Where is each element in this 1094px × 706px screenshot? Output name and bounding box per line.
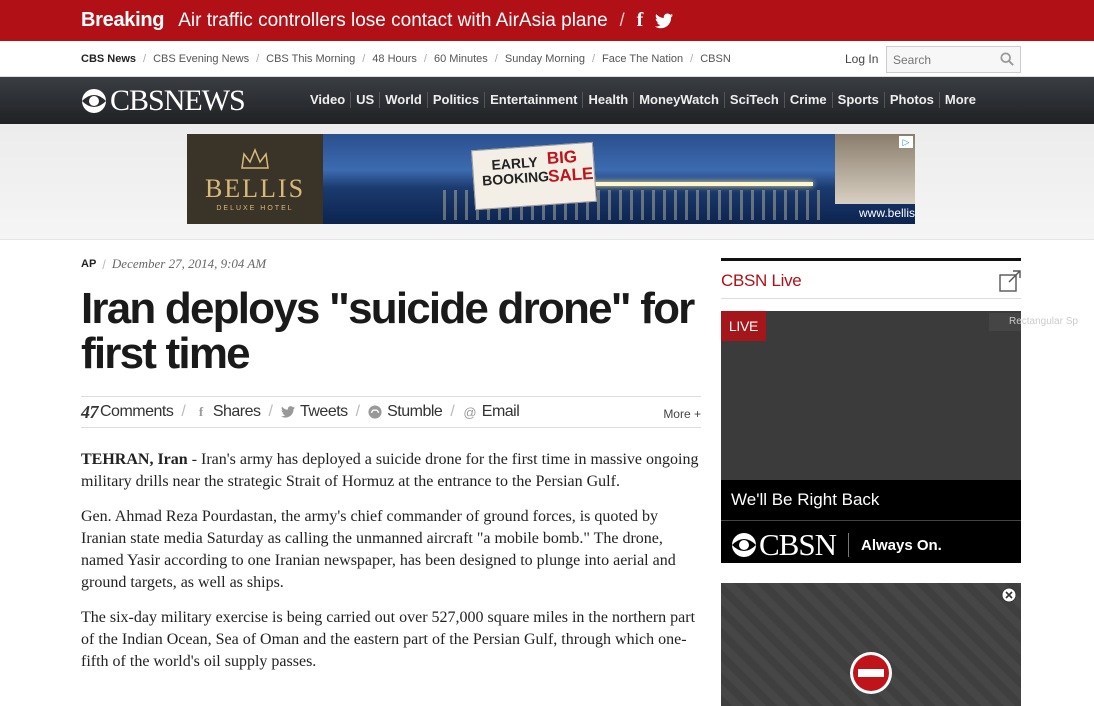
expand-icon[interactable] — [999, 270, 1021, 292]
tweets-button[interactable]: Tweets — [280, 403, 348, 421]
top-navigation: CBS News / CBS Evening News / CBS This Mor… — [0, 41, 1094, 77]
crown-icon — [241, 148, 269, 169]
nav-more[interactable]: More — [938, 92, 981, 108]
twitter-icon — [280, 406, 295, 418]
facebook-icon: f — [198, 404, 203, 419]
article-paragraph-3: The six-day military exercise is being c… — [81, 608, 696, 671]
link-60-minutes[interactable]: 60 Minutes — [434, 53, 488, 65]
link-cbs-news[interactable]: CBS News — [81, 53, 136, 65]
link-48-hours[interactable]: 48 Hours — [372, 53, 417, 65]
ad-tag-big-sale: BIG SALE — [546, 146, 594, 186]
blocked-content-icon — [850, 652, 892, 694]
main-navigation: CBSNEWS Video US World Politics Entertai… — [0, 77, 1094, 124]
ad-price-tag: EARLY BOOKING BIG SALE — [471, 141, 597, 211]
link-cbs-evening-news[interactable]: CBS Evening News — [153, 53, 249, 65]
logo-wordmark: CBSNEWS — [110, 84, 246, 117]
article-paragraph-2: Gen. Ahmad Reza Pourdastan, the army's c… — [81, 507, 676, 592]
nav-us[interactable]: US — [350, 92, 379, 108]
pier-lights — [573, 182, 813, 186]
more-share-button[interactable]: More + — [663, 407, 701, 421]
cbsn-live-widget: CBSN Live — [721, 258, 1021, 299]
shares-button[interactable]: f Shares — [194, 403, 261, 421]
nav-world[interactable]: World — [379, 92, 427, 108]
article-date: December 27, 2014, 9:04 AM — [111, 256, 267, 271]
share-bar: 47 Comments / f Shares / Tweets / Stumbl… — [81, 396, 701, 428]
rectangular-sponsor-label: Rectangular Sp — [989, 313, 1094, 331]
adchoices-icon[interactable]: ▷ — [899, 136, 913, 148]
stumble-button[interactable]: Stumble — [368, 403, 443, 421]
ad-brand-panel: BELLIS DELUXE HOTEL — [187, 134, 323, 224]
video-player[interactable]: LIVE We'll Be Right Back CBSN Always On. — [721, 311, 1021, 563]
login-link[interactable]: Log In — [845, 52, 878, 66]
cbsn-logo: CBSN Always On. — [731, 527, 942, 563]
ad-band: BELLIS DELUXE HOTEL EARLY BOOKING BIG SA… — [0, 124, 1094, 240]
nav-video[interactable]: Video — [305, 92, 350, 108]
nav-scitech[interactable]: SciTech — [723, 92, 784, 108]
right-back-text: We'll Be Right Back — [731, 490, 880, 509]
article-meta: AP / December 27, 2014, 9:04 AM — [81, 256, 267, 272]
nav-health[interactable]: Health — [582, 92, 633, 108]
link-cbs-this-morning[interactable]: CBS This Morning — [266, 53, 355, 65]
comments-button[interactable]: 47 Comments — [81, 401, 174, 423]
cbsn-live-title[interactable]: CBSN Live — [721, 271, 802, 291]
comment-count: 47 — [81, 401, 99, 422]
search-box[interactable] — [886, 46, 1021, 73]
ad-scene-image: EARLY BOOKING BIG SALE www.bellis.com.tr — [323, 134, 915, 224]
ad-brand-sub: DELUXE HOTEL — [216, 205, 294, 212]
article-title: Iran deploys "suicide drone" for first t… — [81, 284, 695, 378]
at-sign-icon: @ — [463, 404, 477, 420]
player-slate: We'll Be Right Back CBSN Always On. — [721, 480, 1021, 563]
dateline: TEHRAN, Iran — [81, 451, 188, 468]
nav-entertainment[interactable]: Entertainment — [484, 92, 582, 108]
link-face-the-nation[interactable]: Face The Nation — [602, 53, 683, 65]
link-sunday-morning[interactable]: Sunday Morning — [505, 53, 585, 65]
nav-photos[interactable]: Photos — [883, 92, 939, 108]
ad-tag-early-booking: EARLY BOOKING — [481, 153, 550, 189]
article-body: TEHRAN, Iran - Iran's army has deployed … — [81, 449, 701, 686]
cbs-eye-icon — [732, 533, 756, 557]
leaderboard-ad[interactable]: BELLIS DELUXE HOTEL EARLY BOOKING BIG SA… — [187, 134, 915, 224]
breaking-label: Breaking — [81, 9, 165, 31]
article-paragraph-1: TEHRAN, Iran - Iran's army has deployed … — [81, 451, 699, 491]
search-input[interactable] — [887, 47, 992, 72]
cbsn-wordmark: CBSN — [759, 527, 837, 562]
nav-politics[interactable]: Politics — [426, 92, 484, 108]
email-button[interactable]: @ Email — [463, 403, 519, 421]
nav-sports[interactable]: Sports — [831, 92, 884, 108]
section-menu: Video US World Politics Entertainment He… — [305, 92, 981, 108]
stumbleupon-icon — [368, 405, 382, 419]
live-badge: LIVE — [721, 311, 766, 341]
breaking-headline-link[interactable]: Air traffic controllers lose contact wit… — [178, 10, 607, 32]
cbsn-slogan: Always On. — [860, 536, 942, 554]
search-icon[interactable] — [1000, 52, 1014, 66]
article-source: AP — [81, 258, 97, 270]
nav-crime[interactable]: Crime — [783, 92, 832, 108]
facebook-icon[interactable]: f — [637, 9, 644, 32]
sidebar-ad[interactable] — [721, 583, 1021, 706]
cbsn-header: CBSN Live — [721, 258, 1021, 299]
breaking-separator: / — [619, 10, 625, 30]
cbs-eye-icon — [82, 89, 106, 113]
ad-brand-name: BELLIS — [204, 174, 306, 203]
link-cbsn[interactable]: CBSN — [700, 53, 731, 65]
close-icon[interactable] — [1001, 587, 1017, 603]
network-links: CBS News / CBS Evening News / CBS This Mor… — [81, 53, 731, 65]
nav-moneywatch[interactable]: MoneyWatch — [633, 92, 724, 108]
cbs-news-logo[interactable]: CBSNEWS — [81, 84, 246, 117]
twitter-icon[interactable] — [655, 13, 674, 29]
breaking-news-bar[interactable]: Breaking Air traffic controllers lose co… — [0, 0, 1094, 41]
ad-site-url: www.bellis.com.tr — [859, 206, 915, 220]
